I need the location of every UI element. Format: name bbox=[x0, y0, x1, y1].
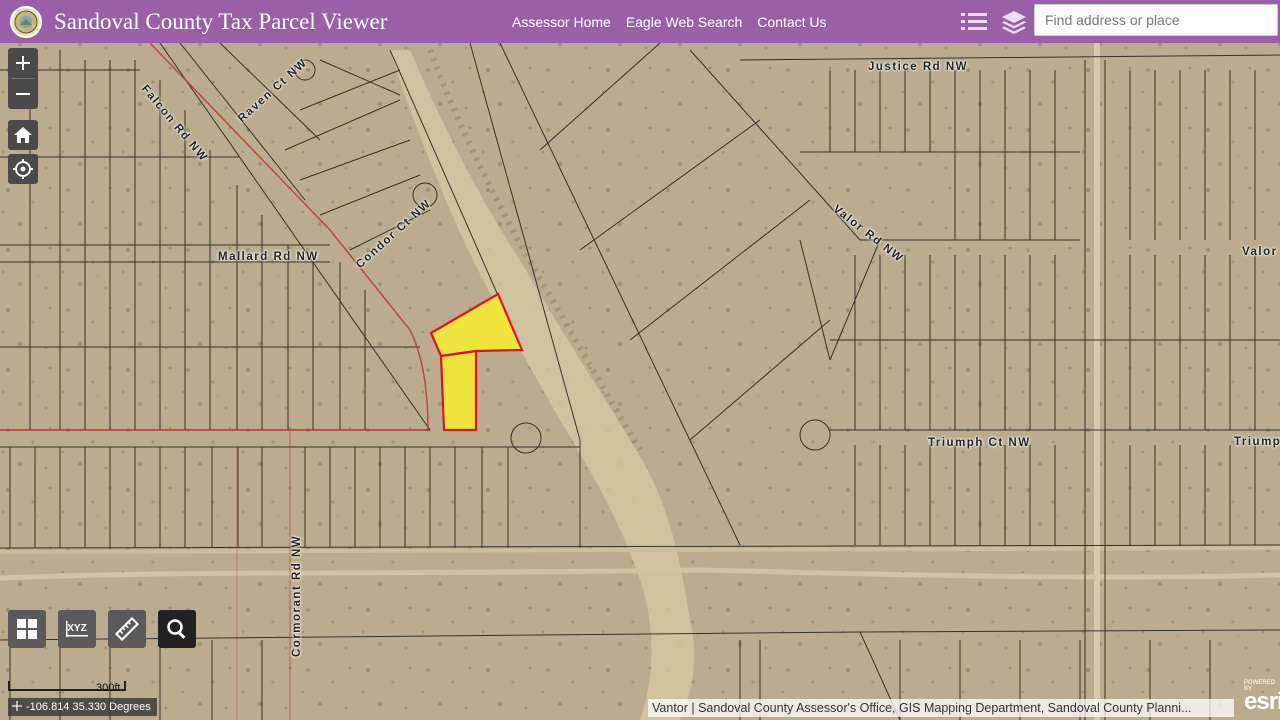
search-icon bbox=[167, 619, 186, 639]
scale-label: 300ft bbox=[96, 682, 121, 694]
zoom-in-button[interactable] bbox=[8, 48, 38, 78]
road-label-valor-east: Valor bbox=[1242, 246, 1278, 258]
coordinate-readout: -106.814 35.330 Degrees bbox=[8, 698, 157, 716]
layers-icon[interactable] bbox=[1000, 8, 1028, 36]
basemap-gallery-button[interactable] bbox=[8, 610, 46, 648]
map-attribution[interactable]: Vantor | Sandoval County Assessor's Offi… bbox=[648, 699, 1234, 717]
list-icon[interactable] bbox=[960, 8, 988, 36]
home-icon bbox=[14, 127, 32, 143]
header-nav: Assessor Home Eagle Web Search Contact U… bbox=[512, 0, 827, 43]
search-button[interactable] bbox=[158, 610, 196, 648]
measure-button[interactable] bbox=[108, 610, 146, 648]
coordinate-button[interactable]: XYZ bbox=[58, 610, 96, 648]
road-label-mallard: Mallard Rd NW bbox=[218, 251, 319, 263]
nav-assessor-home[interactable]: Assessor Home bbox=[512, 14, 611, 30]
plus-icon bbox=[16, 56, 30, 70]
ruler-icon bbox=[115, 617, 139, 641]
xyz-icon: XYZ bbox=[66, 621, 88, 637]
svg-text:XYZ: XYZ bbox=[67, 623, 86, 634]
highlighted-parcel bbox=[439, 349, 478, 432]
app-title: Sandoval County Tax Parcel Viewer bbox=[54, 8, 388, 34]
minus-icon bbox=[16, 93, 30, 95]
coordinate-text: -106.814 35.330 Degrees bbox=[26, 701, 151, 713]
zoom-control bbox=[8, 48, 38, 109]
crosshair-icon bbox=[12, 699, 22, 711]
home-button[interactable] bbox=[8, 120, 38, 150]
nav-contact-us[interactable]: Contact Us bbox=[757, 14, 826, 30]
esri-logo[interactable]: POWERED BY esri bbox=[1244, 676, 1280, 720]
esri-logo-text: esri bbox=[1244, 688, 1280, 715]
locate-button[interactable] bbox=[8, 154, 38, 184]
road-label-justice: Justice Rd NW bbox=[868, 61, 969, 73]
road-label-triumph: Triumph Ct NW bbox=[928, 437, 1031, 449]
locate-icon bbox=[13, 159, 33, 179]
app-header: Sandoval County Tax Parcel Viewer Assess… bbox=[0, 0, 1280, 43]
zoom-out-button[interactable] bbox=[8, 79, 38, 109]
road-label-cormorant: Cormorant Rd NW bbox=[291, 534, 303, 657]
search-input[interactable] bbox=[1034, 4, 1278, 36]
road-label-triumph-east: Triumph bbox=[1234, 436, 1280, 448]
nav-eagle-web-search[interactable]: Eagle Web Search bbox=[626, 14, 742, 30]
grid-icon bbox=[17, 619, 37, 639]
county-seal-icon[interactable] bbox=[10, 5, 42, 38]
